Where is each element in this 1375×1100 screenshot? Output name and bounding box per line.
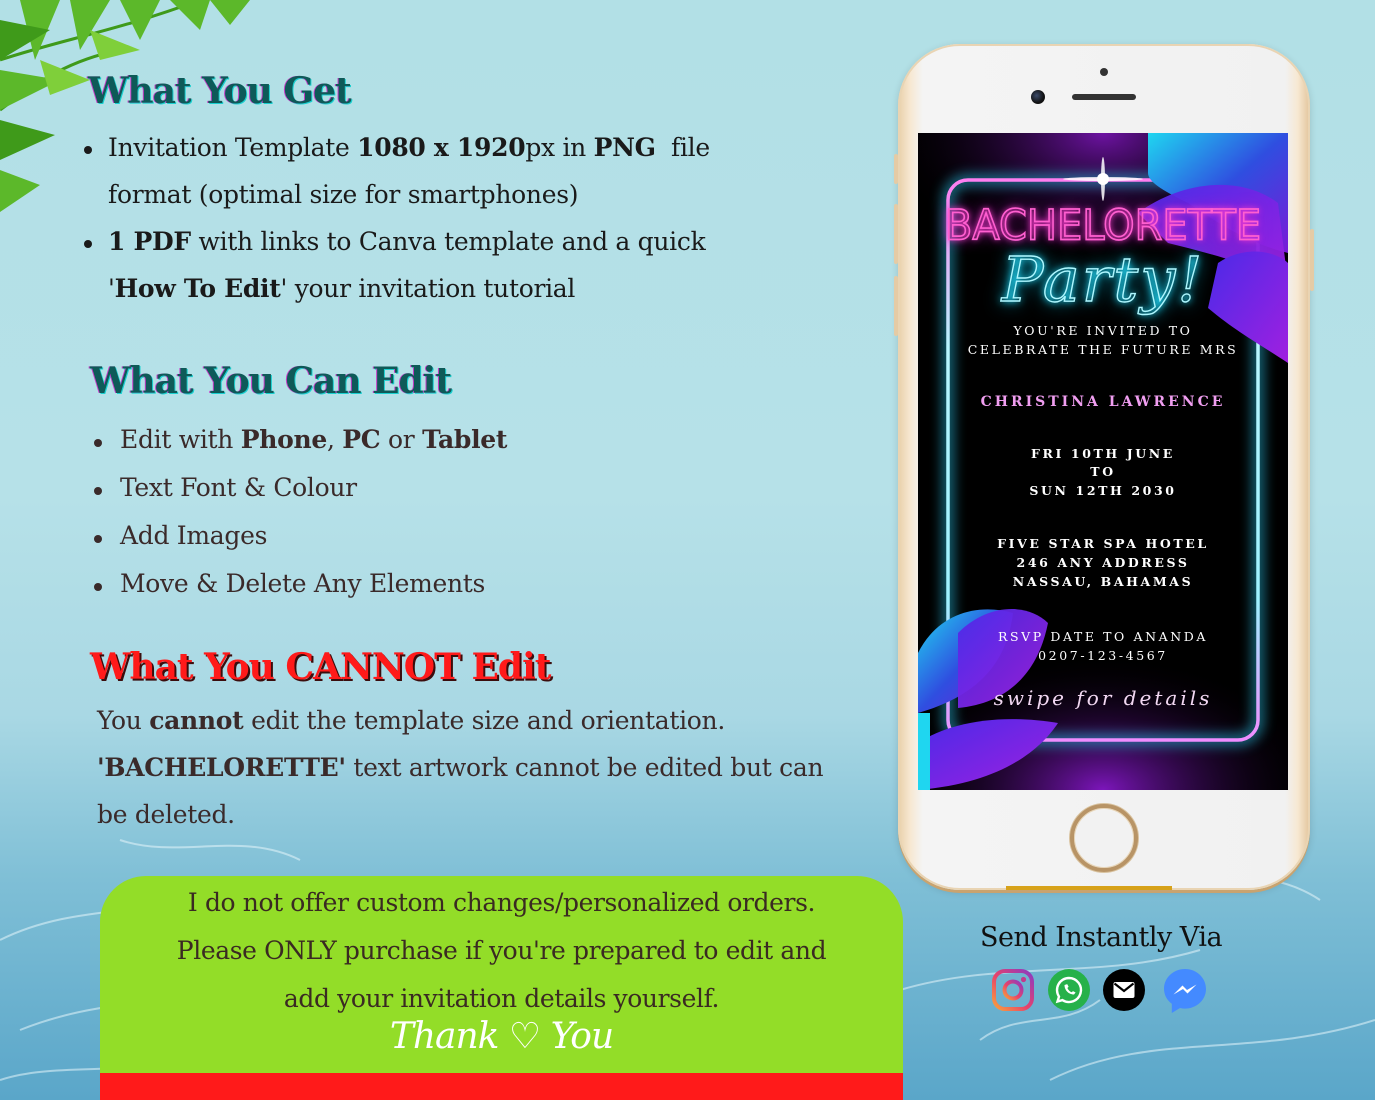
notice-line-3: add your invitation details yourself. [283,984,720,1013]
bullet [94,439,102,447]
power-button [1310,229,1314,291]
text-segment: or [380,425,423,454]
text-segment: text artwork cannot be edited but can [345,753,824,782]
phone-bottom-edge [1006,886,1172,890]
bold-text-segment: 1080 x 1920 [357,133,526,162]
bold-text-segment: How To Edit [114,274,281,303]
home-button[interactable] [1070,804,1138,872]
rsvp-line-2: 0207-123-4567 [1038,648,1168,663]
messenger-icon[interactable] [1163,968,1207,1013]
edit-item-1: Edit with Phone, PC or Tablet [120,425,507,454]
get-item-1-line-1: Invitation Template 1080 x 1920px in PNG… [108,133,710,162]
invite-line-1: YOU'RE INVITED TO [1013,323,1193,338]
volume-down-button [894,276,898,336]
text-segment: with links to Canva template and a quick [190,227,706,256]
bold-text-segment: cannot [149,706,244,735]
whatsapp-icon[interactable] [1047,968,1091,1012]
cannot-line-3: be deleted. [97,800,235,829]
edit-item-2: Text Font & Colour [120,473,357,502]
send-instantly-label: Send Instantly Via [980,922,1223,953]
date-line-2: TO [1090,464,1116,479]
bullet [84,240,92,248]
text-segment: Invitation Template [108,133,358,162]
bullet [94,583,102,591]
what-you-get-heading: What You Get [88,70,352,112]
bold-text-segment: Phone [240,425,328,454]
text-segment: ' your invitation tutorial [280,274,576,303]
notice-red-bar [100,1073,903,1100]
text-segment: , [326,425,343,454]
text-segment: be deleted. [97,800,235,829]
notice-line-1: I do not offer custom changes/personaliz… [187,888,816,917]
bold-text-segment: Tablet [422,425,508,454]
front-camera-icon [1031,90,1045,104]
bullet [94,535,102,543]
proximity-sensor [1100,68,1108,76]
text-segment: px in [525,133,594,162]
email-icon[interactable] [1102,968,1146,1012]
cannot-line-2: 'BACHELORETTE' text artwork cannot be ed… [97,753,824,782]
text-segment: Add Images [120,521,268,550]
what-you-can-edit-heading: What You Can Edit [90,360,452,402]
get-item-2-line-1: 1 PDF with links to Canva template and a… [108,227,706,256]
party-script-title: Party! [1001,242,1205,316]
edit-item-3: Add Images [120,521,267,550]
what-you-cannot-edit-heading: What You CANNOT Edit [90,646,551,688]
get-item-1-line-2: format (optimal size for smartphones) [108,180,579,209]
bullet [94,487,102,495]
text-segment: Edit with [120,425,241,454]
text-segment: file [655,133,710,162]
text-segment: Move & Delete Any Elements [120,569,486,598]
text-segment: ' [108,274,115,303]
text-segment: edit the template size and orientation. [243,706,725,735]
cannot-line-1: You cannot edit the template size and or… [97,706,725,735]
date-line-1: FRI 10TH JUNE [1031,446,1175,461]
date-line-3: SUN 12TH 2030 [1029,483,1177,498]
venue-line-3: NASSAU, BAHAMAS [1012,574,1194,589]
invitation-screen: BACHELORETTE Party! YOU'RE INVITED TO CE… [918,133,1288,790]
thank-you-signature: Thank ♡ You [389,1016,614,1057]
swipe-for-details: swipe for details [993,686,1213,710]
volume-up-button [894,204,898,264]
venue-line-1: FIVE STAR SPA HOTEL [997,536,1209,551]
bold-text-segment: 'BACHELORETTE' [97,753,346,782]
phone-mockup: BACHELORETTE Party! YOU'RE INVITED TO CE… [894,44,1314,890]
venue-line-2: 246 ANY ADDRESS [1016,555,1190,570]
notice-line-2: Please ONLY purchase if you're prepared … [176,936,827,965]
get-item-2-line-2: 'How To Edit' your invitation tutorial [108,274,575,303]
rsvp-line-1: RSVP DATE TO ANANDA [997,629,1209,644]
notice-box: I do not offer custom changes/personaliz… [100,876,903,1100]
invite-line-2: CELEBRATE THE FUTURE MRS [967,342,1239,357]
instagram-icon[interactable] [991,968,1035,1012]
earpiece-speaker [1072,94,1136,100]
text-segment: Text Font & Colour [120,473,357,502]
bullet [84,146,92,154]
edit-item-4: Move & Delete Any Elements [120,569,485,598]
text-segment: You [97,706,150,735]
honoree-name: CHRISTINA LAWRENCE [980,394,1226,410]
bold-text-segment: PNG [593,133,656,162]
bold-text-segment: 1 PDF [108,227,191,256]
mute-switch [894,154,898,184]
bold-text-segment: PC [342,425,381,454]
